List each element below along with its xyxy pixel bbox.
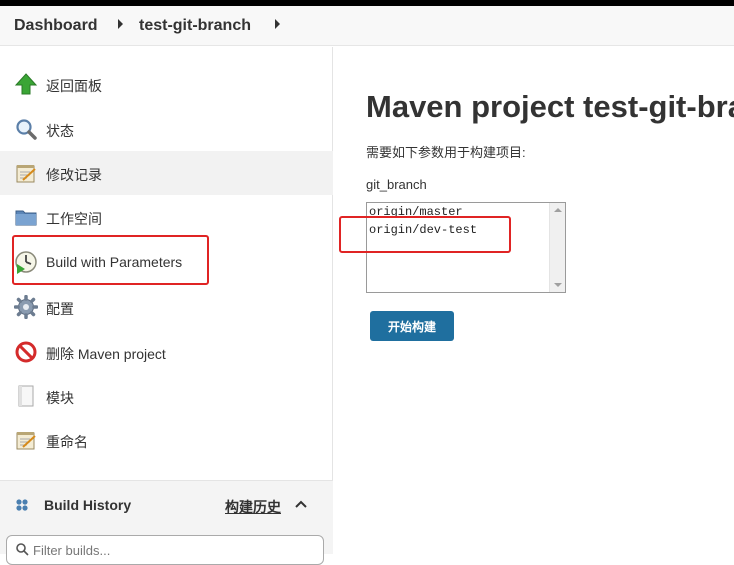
sidebar-item-label: 配置 bbox=[46, 301, 74, 317]
sidebar-item-changes[interactable]: 修改记录 bbox=[0, 151, 333, 195]
build-history-title: Build History bbox=[44, 497, 132, 513]
scroll-up-icon[interactable] bbox=[554, 208, 562, 212]
breadcrumb-job[interactable]: test-git-branch bbox=[139, 17, 251, 35]
branch-option[interactable]: origin/master bbox=[369, 205, 463, 219]
sidebar-item-back-to-dashboard[interactable]: 返回面板 bbox=[0, 62, 333, 106]
sidebar-item-label: 状态 bbox=[46, 123, 74, 139]
git-branch-select[interactable]: origin/master origin/dev-test bbox=[366, 202, 566, 293]
document-icon bbox=[18, 385, 34, 407]
parameter-name: git_branch bbox=[366, 177, 427, 192]
no-entry-icon bbox=[15, 341, 37, 363]
up-arrow-icon bbox=[14, 73, 38, 95]
sidebar-item-status[interactable]: 状态 bbox=[0, 107, 333, 151]
build-history-panel: Build History 构建历史 bbox=[0, 480, 333, 565]
notepad-icon bbox=[16, 432, 36, 450]
sidebar: 返回面板 状态 修改记录 工作空间 Build with Parameters … bbox=[0, 47, 333, 565]
sidebar-item-workspace[interactable]: 工作空间 bbox=[0, 195, 333, 239]
sidebar-item-label: 工作空间 bbox=[46, 211, 102, 227]
parameters-description: 需要如下参数用于构建项目: bbox=[366, 145, 526, 160]
gear-icon bbox=[14, 295, 38, 319]
scroll-down-icon[interactable] bbox=[554, 283, 562, 287]
filter-builds-box bbox=[6, 535, 324, 565]
sidebar-item-build-with-parameters[interactable]: Build with Parameters bbox=[0, 240, 333, 284]
breadcrumb-chevron-icon[interactable] bbox=[118, 19, 123, 29]
folder-icon bbox=[15, 210, 37, 226]
branch-option[interactable]: origin/dev-test bbox=[369, 223, 477, 237]
chevron-up-icon[interactable] bbox=[293, 496, 309, 512]
filter-builds-input[interactable] bbox=[33, 540, 313, 560]
sidebar-item-configure[interactable]: 配置 bbox=[0, 285, 333, 329]
sidebar-item-rename[interactable]: 重命名 bbox=[0, 418, 333, 462]
sidebar-item-modules[interactable]: 模块 bbox=[0, 374, 333, 418]
clock-icon bbox=[15, 251, 37, 274]
select-scrollbar[interactable] bbox=[549, 203, 565, 292]
sidebar-item-label: 重命名 bbox=[46, 434, 88, 450]
notepad-icon bbox=[16, 165, 36, 183]
breadcrumb-chevron-icon[interactable] bbox=[275, 19, 280, 29]
sidebar-item-label: 模块 bbox=[46, 390, 74, 406]
main-panel: Maven project test-git-branch 需要如下参数用于构建… bbox=[334, 47, 734, 554]
sidebar-item-delete-project[interactable]: 删除 Maven project bbox=[0, 330, 333, 374]
sidebar-item-label: 删除 Maven project bbox=[46, 346, 166, 362]
sidebar-item-label: Build with Parameters bbox=[46, 254, 183, 270]
breadcrumb: Dashboard test-git-branch bbox=[0, 6, 734, 46]
breadcrumb-dashboard[interactable]: Dashboard bbox=[14, 17, 98, 35]
build-trend-link[interactable]: 构建历史 bbox=[225, 497, 281, 517]
sidebar-item-label: 修改记录 bbox=[46, 167, 102, 183]
start-build-button[interactable]: 开始构建 bbox=[370, 311, 454, 341]
build-history-icon bbox=[16, 499, 28, 511]
magnifier-icon bbox=[16, 119, 37, 140]
page-title: Maven project test-git-branch bbox=[366, 89, 734, 124]
sidebar-item-label: 返回面板 bbox=[46, 78, 102, 94]
